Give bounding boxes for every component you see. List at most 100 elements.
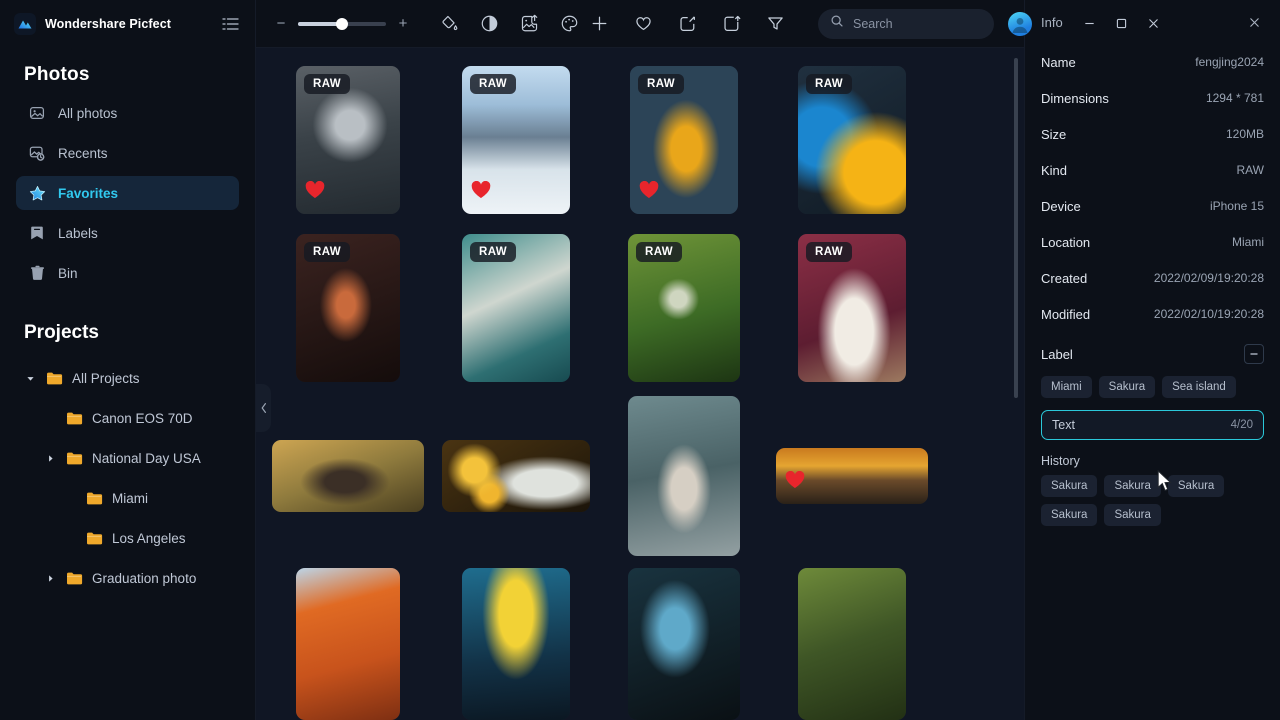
caret-right-icon[interactable]: [44, 454, 56, 463]
share-icon[interactable]: [716, 9, 746, 39]
mountain-logo-icon: [14, 13, 36, 35]
sidebar-item-label: Favorites: [58, 185, 119, 201]
user-avatar-icon[interactable]: [1008, 11, 1032, 36]
zoom-in-icon[interactable]: +: [396, 15, 410, 32]
edit-square-icon[interactable]: [672, 9, 702, 39]
photo-blue-yellow-smoke[interactable]: RAW: [798, 66, 906, 214]
caret-down-icon[interactable]: [24, 374, 36, 383]
photo-golden-leaf-water[interactable]: RAW: [630, 66, 738, 214]
sidebar-item-favorites[interactable]: Favorites: [16, 176, 239, 210]
photo-thumbnail: [272, 440, 424, 512]
recents-icon: [28, 144, 46, 162]
photo-sunset-tower-silhouette[interactable]: [776, 448, 928, 504]
photo-man-reading-newspaper[interactable]: RAW: [462, 234, 570, 382]
sidebar: Wondershare Picfect Photos All photos Re…: [0, 0, 256, 720]
tree-item-label: Miami: [112, 490, 148, 506]
zoom-out-icon[interactable]: −: [274, 15, 288, 32]
photo-grid-area: RAW RAW RAW RAW RAW RAW RAW RAW: [256, 48, 1024, 720]
history-chip[interactable]: Sakura: [1104, 475, 1161, 497]
minimize-icon[interactable]: [1074, 9, 1104, 39]
info-row-location: Location Miami: [1041, 224, 1264, 260]
grid-scrollbar[interactable]: [1014, 58, 1018, 398]
sidebar-collapse-handle[interactable]: [256, 384, 271, 432]
history-chip[interactable]: Sakura: [1041, 504, 1098, 526]
sidebar-item-recents[interactable]: Recents: [16, 136, 239, 170]
photo-thumbnail: [628, 396, 740, 556]
main-area: − + Search RAW RAW RAW RAW RAW RAW RAW R…: [256, 0, 1158, 720]
photo-thumbnail: [462, 568, 570, 720]
edit-tools-group: [434, 9, 584, 39]
photo-dog-autumn-field[interactable]: [272, 440, 424, 512]
info-value: 1294 * 781: [1205, 91, 1264, 105]
tree-item-los-angeles[interactable]: Los Angeles: [10, 518, 245, 558]
close-icon[interactable]: [1244, 12, 1264, 32]
sidebar-item-all-photos[interactable]: All photos: [16, 96, 239, 130]
chevron-left-icon: [261, 403, 266, 413]
caret-right-icon[interactable]: [44, 574, 56, 583]
filter-funnel-icon[interactable]: [760, 9, 790, 39]
photo-girl-with-broom[interactable]: [628, 396, 740, 556]
label-text-input[interactable]: Text 4/20: [1041, 410, 1264, 440]
photo-aerial-forest-road[interactable]: [798, 568, 906, 720]
photo-man-blue-light-portrait[interactable]: [628, 568, 740, 720]
info-value: iPhone 15: [1209, 199, 1264, 213]
photo-mushrooms-moss[interactable]: RAW: [628, 234, 740, 382]
label-chips: Miami Sakura Sea island: [1041, 376, 1264, 398]
brand-name: Wondershare Picfect: [45, 17, 172, 31]
contrast-icon[interactable]: [474, 9, 504, 39]
minus-icon[interactable]: [1244, 344, 1264, 364]
history-chip[interactable]: Sakura: [1104, 504, 1161, 526]
zoom-slider-thumb[interactable]: [336, 17, 348, 30]
raw-badge: RAW: [638, 74, 685, 94]
favorite-heart-icon[interactable]: [639, 180, 659, 204]
labels-bookmark-icon: [28, 224, 46, 242]
tree-item-miami[interactable]: Miami: [10, 478, 245, 518]
history-chips: Sakura Sakura Sakura Sakura Sakura: [1041, 475, 1264, 526]
sidebar-item-labels[interactable]: Labels: [16, 216, 239, 250]
close-icon[interactable]: [1138, 9, 1168, 39]
photo-dog-santa-hat[interactable]: RAW: [296, 66, 400, 214]
paint-bucket-icon[interactable]: [434, 9, 464, 39]
sidebar-item-bin[interactable]: Bin: [16, 256, 239, 290]
heart-icon[interactable]: [628, 9, 658, 39]
photo-white-cat-red-chair[interactable]: RAW: [798, 234, 906, 382]
maximize-icon[interactable]: [1106, 9, 1136, 39]
label-chip[interactable]: Miami: [1041, 376, 1092, 398]
search-input[interactable]: Search: [853, 17, 893, 31]
plus-icon[interactable]: [584, 9, 614, 39]
tree-item-canon-eos-70d[interactable]: Canon EOS 70D: [10, 398, 245, 438]
favorite-heart-icon[interactable]: [305, 180, 325, 204]
info-key: Location: [1041, 234, 1091, 250]
tree-item-label: All Projects: [72, 370, 140, 386]
favorite-heart-icon[interactable]: [785, 470, 805, 494]
color-palette-icon[interactable]: [554, 9, 584, 39]
tree-item-label: Los Angeles: [112, 530, 186, 546]
photo-snow-mountain[interactable]: RAW: [462, 66, 570, 214]
photo-canyon-hiker[interactable]: [296, 568, 400, 720]
favorites-star-icon: [28, 184, 46, 202]
history-chip[interactable]: Sakura: [1167, 475, 1225, 497]
photo-thumbnail: [798, 568, 906, 720]
label-chip[interactable]: Sea island: [1162, 376, 1236, 398]
label-section-header: Label: [1041, 336, 1264, 372]
favorite-heart-icon[interactable]: [471, 180, 491, 204]
search-box[interactable]: Search: [818, 8, 994, 39]
photo-sky-lantern-girl[interactable]: [462, 568, 570, 720]
zoom-slider[interactable]: [298, 17, 386, 30]
projects-tree: All Projects Canon EOS 70D National Day US…: [0, 358, 255, 598]
raw-badge: RAW: [806, 242, 853, 262]
tree-item-national-day-usa[interactable]: National Day USA: [10, 438, 245, 478]
info-value: 2022/02/09/19:20:28: [1153, 271, 1264, 285]
tree-item-graduation-photo[interactable]: Graduation photo: [10, 558, 245, 598]
photo-cat-bokeh-lights[interactable]: [442, 440, 590, 512]
sidebar-item-label: Bin: [58, 265, 78, 281]
info-row-created: Created 2022/02/09/19:20:28: [1041, 260, 1264, 296]
list-menu-icon[interactable]: [219, 13, 241, 35]
image-enhance-icon[interactable]: [514, 9, 544, 39]
folder-icon: [85, 489, 103, 507]
photo-hand-flame-fruit[interactable]: RAW: [296, 234, 400, 382]
label-chip[interactable]: Sakura: [1098, 376, 1156, 398]
history-chip[interactable]: Sakura: [1041, 475, 1098, 497]
tree-item-all-projects[interactable]: All Projects: [10, 358, 245, 398]
folder-icon: [45, 369, 63, 387]
